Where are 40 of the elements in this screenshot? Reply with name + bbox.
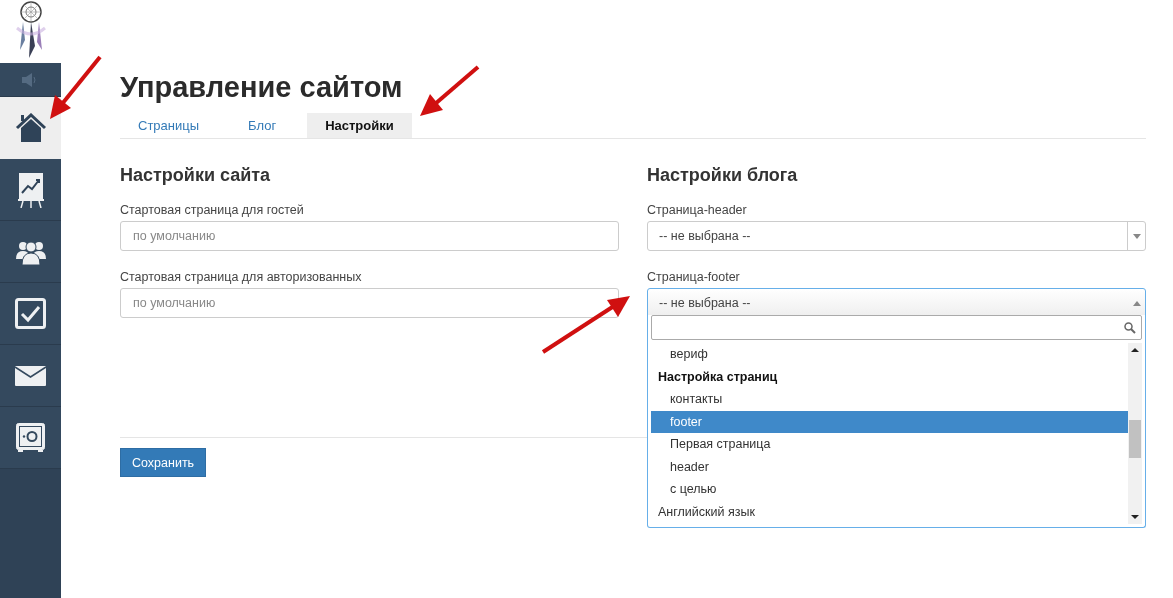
dropdown-option[interactable]: Английский язык bbox=[651, 500, 1128, 523]
option-group-label: Настройка страниц bbox=[657, 368, 779, 386]
field-label: Стартовая страница для гостей bbox=[120, 203, 305, 217]
safe-icon bbox=[15, 422, 46, 453]
select-field[interactable]: -- не выбрана -- bbox=[647, 288, 1146, 318]
sidebar-item[interactable] bbox=[0, 97, 61, 159]
mail-icon bbox=[15, 365, 46, 386]
dropdown-option[interactable]: footer bbox=[651, 410, 1128, 433]
sidebar-item[interactable] bbox=[0, 407, 61, 469]
dropdown-option[interactable]: Первая страница bbox=[651, 433, 1128, 456]
section-heading: Настройки блога bbox=[647, 164, 799, 186]
tab[interactable]: Страницы bbox=[120, 113, 218, 138]
caret-icon bbox=[1132, 300, 1141, 306]
dropdown-option[interactable]: с целью bbox=[651, 478, 1128, 501]
tab[interactable]: Блог bbox=[230, 113, 295, 138]
select-field[interactable]: -- не выбрана -- bbox=[647, 221, 1146, 251]
save-button[interactable]: Сохранить bbox=[120, 448, 207, 477]
dropdown-option[interactable]: контакты bbox=[651, 388, 1128, 411]
checkbox-icon bbox=[15, 298, 46, 329]
sidebar-item[interactable] bbox=[0, 221, 61, 283]
dropdown-option[interactable]: header bbox=[651, 455, 1128, 478]
search-icon bbox=[1124, 321, 1136, 334]
input-field[interactable]: по умолчанию bbox=[120, 221, 619, 251]
field-label: Стартовая страница для авторизованных bbox=[120, 270, 363, 284]
home-icon bbox=[14, 113, 47, 143]
caret-icon bbox=[1132, 233, 1141, 239]
chart-easel-icon bbox=[17, 171, 44, 208]
tab[interactable]: Настройки bbox=[307, 113, 412, 138]
field-label: Страница-footer bbox=[647, 270, 741, 284]
sidebar-item[interactable] bbox=[0, 283, 61, 345]
sidebar-item[interactable] bbox=[0, 345, 61, 407]
field-label: Страница-header bbox=[647, 203, 748, 217]
dropdown-option[interactable]: вериф bbox=[651, 343, 1128, 366]
input-field[interactable]: по умолчанию bbox=[120, 288, 619, 318]
page-title: Управление сайтом bbox=[120, 70, 403, 104]
search-field[interactable] bbox=[651, 315, 1142, 340]
sidebar-item[interactable] bbox=[0, 159, 61, 221]
annotation-arrow bbox=[420, 65, 480, 116]
annotation-arrow bbox=[50, 55, 102, 119]
section-heading: Настройки сайта bbox=[120, 164, 272, 186]
